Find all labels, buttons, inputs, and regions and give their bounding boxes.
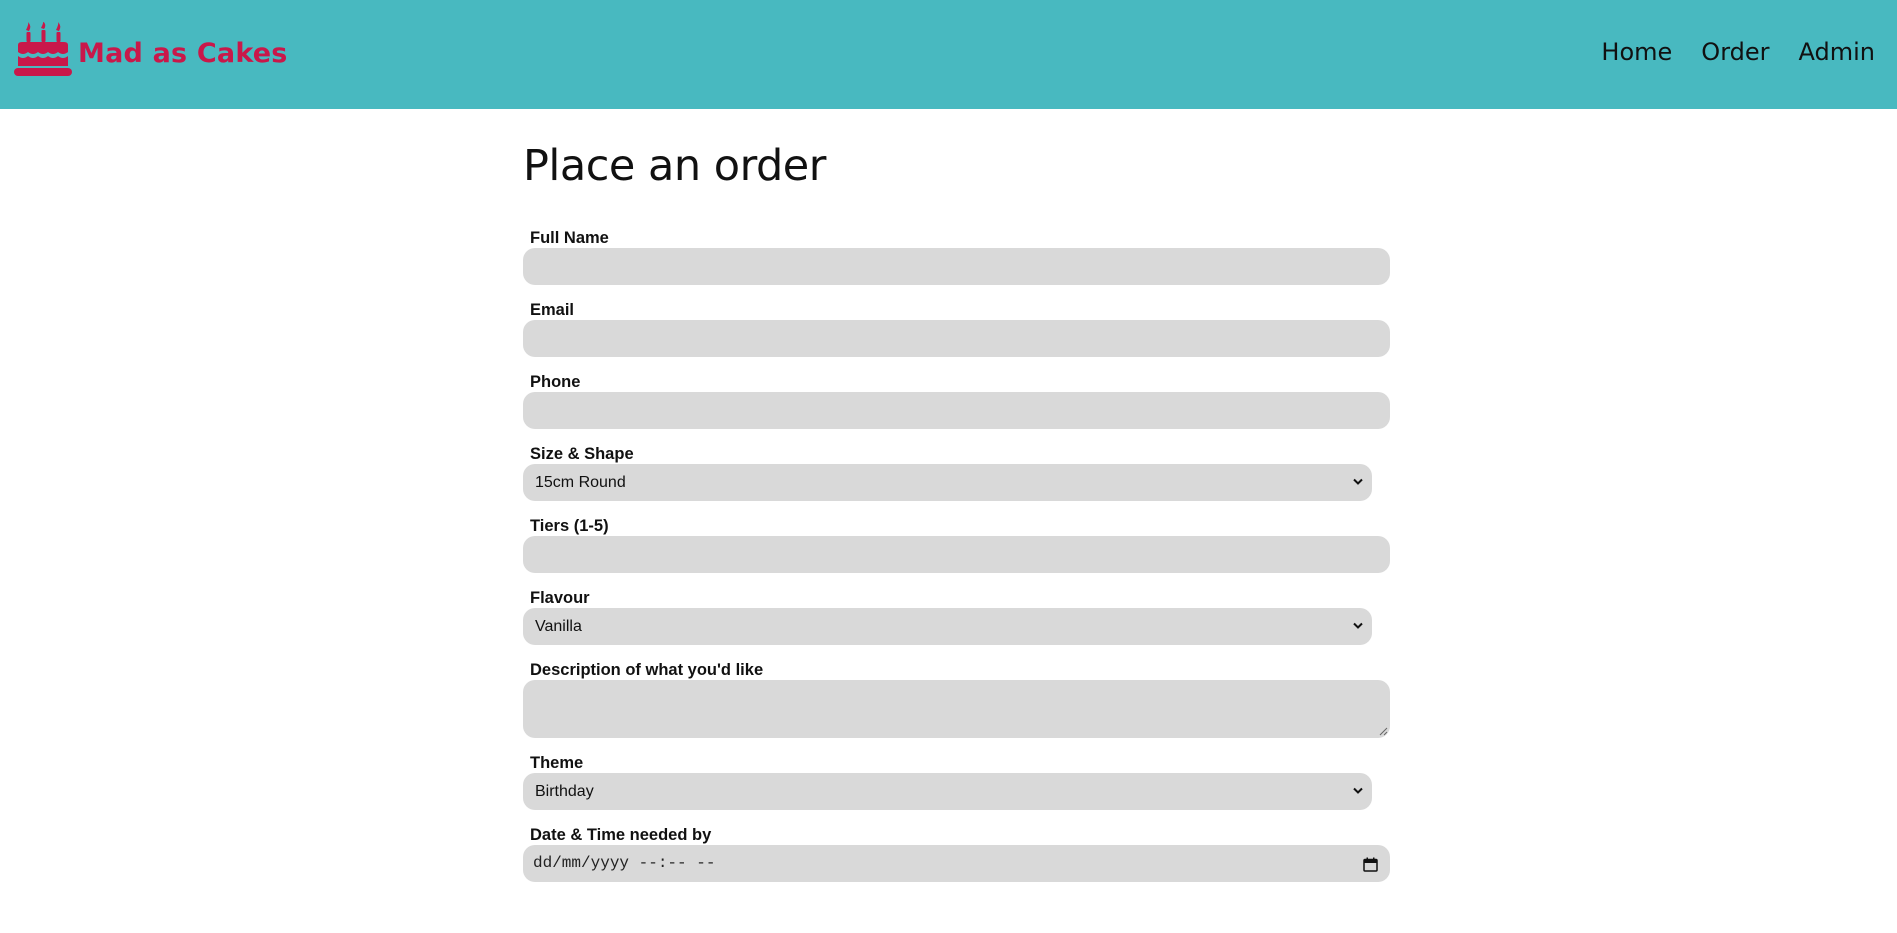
theme-selected-value: Birthday xyxy=(535,783,594,800)
full-name-field: Full Name xyxy=(523,229,1393,285)
datetime-label: Date & Time needed by xyxy=(530,826,712,844)
datetime-field: Date & Time needed by dd/mm/yyyy --:-- -… xyxy=(523,826,1393,882)
full-name-label: Full Name xyxy=(530,229,609,247)
description-label: Description of what you'd like xyxy=(530,661,764,679)
phone-input[interactable] xyxy=(523,392,1390,429)
flavour-select[interactable]: Vanilla xyxy=(523,608,1372,645)
brand-logo-link[interactable]: Mad as Cakes xyxy=(14,22,288,78)
datetime-input[interactable]: dd/mm/yyyy --:-- -- xyxy=(523,845,1390,882)
chevron-down-icon xyxy=(1353,478,1363,485)
page-title: Place an order xyxy=(523,141,826,191)
tiers-field: Tiers (1-5) xyxy=(523,517,1393,573)
resize-grip-icon[interactable] xyxy=(1378,726,1388,736)
email-field: Email xyxy=(523,301,1393,357)
description-field: Description of what you'd like xyxy=(523,661,1393,738)
main-content: Place an order Full Name Email Phone Siz… xyxy=(523,109,1393,898)
full-name-input[interactable] xyxy=(523,248,1390,285)
brand-name: Mad as Cakes xyxy=(78,37,288,69)
order-form: Full Name Email Phone Size & Shape 15cm … xyxy=(523,229,1393,882)
size-shape-select[interactable]: 15cm Round xyxy=(523,464,1372,501)
flavour-label: Flavour xyxy=(530,589,590,607)
flavour-field: Flavour Vanilla xyxy=(523,589,1393,645)
size-shape-selected-value: 15cm Round xyxy=(535,474,626,491)
theme-label: Theme xyxy=(530,754,584,772)
site-header: Mad as Cakes Home Order Admin xyxy=(0,0,1897,109)
description-textarea[interactable] xyxy=(523,680,1390,738)
email-label: Email xyxy=(530,301,575,319)
tiers-input[interactable] xyxy=(523,536,1390,573)
theme-field: Theme Birthday xyxy=(523,754,1393,810)
nav-admin-link[interactable]: Admin xyxy=(1799,38,1876,66)
tiers-label: Tiers (1-5) xyxy=(530,517,609,535)
cake-icon xyxy=(14,22,72,76)
datetime-placeholder: dd/mm/yyyy --:-- -- xyxy=(533,854,716,872)
phone-field: Phone xyxy=(523,373,1393,429)
chevron-down-icon xyxy=(1353,787,1363,794)
nav-order-link[interactable]: Order xyxy=(1701,38,1769,66)
chevron-down-icon xyxy=(1353,622,1363,629)
email-input[interactable] xyxy=(523,320,1390,357)
nav-home-link[interactable]: Home xyxy=(1601,38,1672,66)
flavour-selected-value: Vanilla xyxy=(535,618,582,635)
size-shape-field: Size & Shape 15cm Round xyxy=(523,445,1393,501)
size-shape-label: Size & Shape xyxy=(530,445,634,463)
calendar-icon[interactable] xyxy=(1363,857,1378,872)
theme-select[interactable]: Birthday xyxy=(523,773,1372,810)
main-nav: Home Order Admin xyxy=(1601,38,1875,66)
phone-label: Phone xyxy=(530,373,581,391)
